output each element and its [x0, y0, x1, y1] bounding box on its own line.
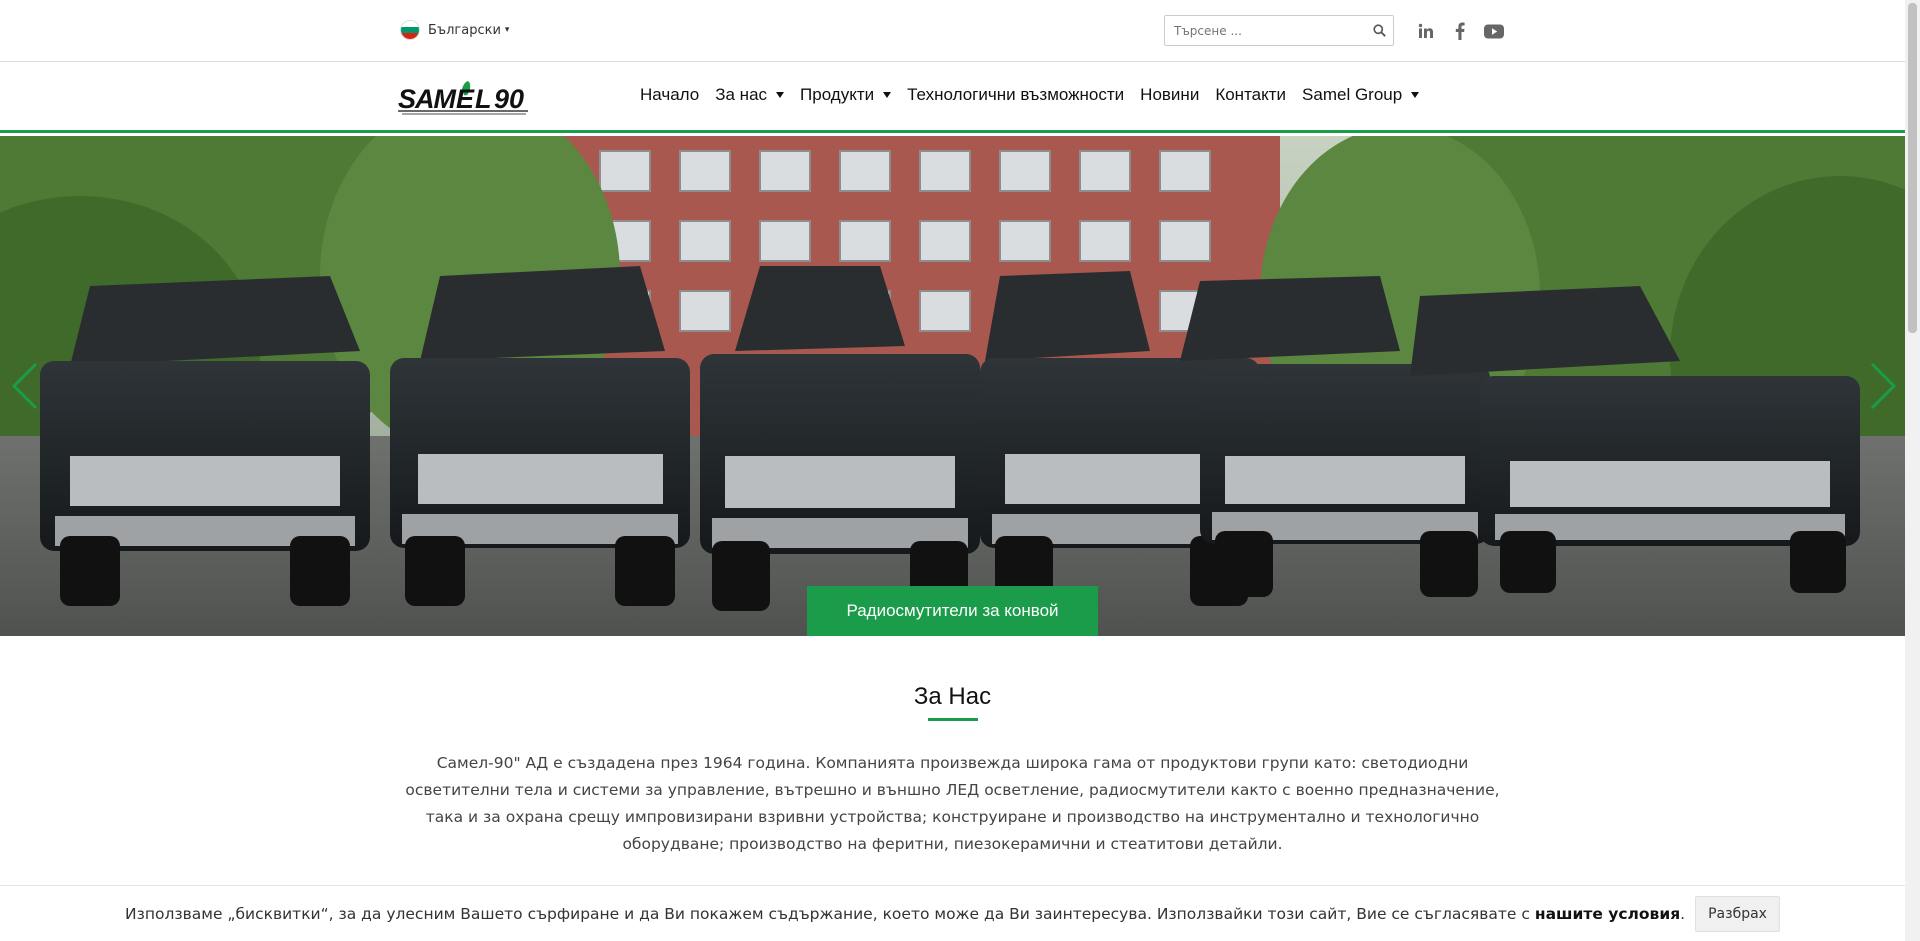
language-selector[interactable]: Български ▾: [400, 20, 509, 40]
nav-about[interactable]: За нас: [707, 85, 792, 105]
nav-samel-group[interactable]: Samel Group: [1294, 85, 1427, 105]
top-bar: Български ▾: [0, 0, 1905, 62]
slider-next-arrow-icon[interactable]: [1862, 360, 1902, 412]
about-text: Самел-90" АД е създадена през 1964 годин…: [405, 754, 1500, 853]
search-input[interactable]: [1165, 16, 1365, 45]
hero-slider: Радиосмутители за конвой: [0, 136, 1905, 636]
nav-contacts[interactable]: Контакти: [1207, 85, 1294, 105]
search-box: [1164, 15, 1394, 46]
about-title: За Нас: [913, 683, 992, 710]
scrollbar-thumb[interactable]: [1908, 3, 1917, 333]
slide-caption[interactable]: Радиосмутители за конвой: [807, 586, 1098, 636]
nav-news[interactable]: Новини: [1132, 85, 1207, 105]
cookie-dot: .: [1680, 904, 1686, 923]
cookie-message: Използваме „бисквитки“, за да улесним Ва…: [125, 904, 1530, 923]
svg-text:SAM: SAM: [398, 84, 457, 114]
terms-link[interactable]: нашите условия: [1535, 905, 1680, 923]
linkedin-icon[interactable]: [1414, 19, 1438, 43]
cookie-banner: Използваме „бисквитки“, за да улесним Ва…: [0, 885, 1905, 941]
cookie-accept-button[interactable]: Разбрах: [1695, 895, 1780, 932]
social-links: [1414, 19, 1506, 43]
cookie-text: Използваме „бисквитки“, за да улесним Ва…: [125, 905, 1685, 923]
title-underline: [928, 718, 978, 721]
main-menu: Начало За нас Продукти Технологични възм…: [632, 85, 1427, 105]
caret-down-icon: ▾: [504, 25, 510, 35]
nav-about-label: За нас: [715, 85, 768, 104]
svg-text:L: L: [475, 84, 492, 114]
bulgaria-flag-icon: [400, 20, 420, 40]
main-navbar: SAM E L 90 Начало За нас Продукти Технол…: [0, 63, 1905, 133]
youtube-icon[interactable]: [1482, 19, 1506, 43]
nav-products-label: Продукти: [800, 85, 875, 104]
slider-prev-arrow-icon[interactable]: [6, 360, 46, 412]
svg-text:90: 90: [494, 84, 524, 114]
nav-home[interactable]: Начало: [632, 85, 707, 105]
language-label: Български: [428, 22, 501, 38]
samel-logo[interactable]: SAM E L 90: [398, 81, 530, 115]
hero-slide-image: [0, 136, 1905, 636]
nav-samel-group-label: Samel Group: [1302, 85, 1403, 104]
search-icon[interactable]: [1365, 16, 1393, 45]
facebook-icon[interactable]: [1448, 19, 1472, 43]
svg-text:E: E: [456, 84, 475, 114]
nav-tech-capabilities[interactable]: Технологични възможности: [899, 85, 1132, 105]
scrollbar[interactable]: [1905, 0, 1920, 941]
nav-products[interactable]: Продукти: [792, 85, 899, 105]
